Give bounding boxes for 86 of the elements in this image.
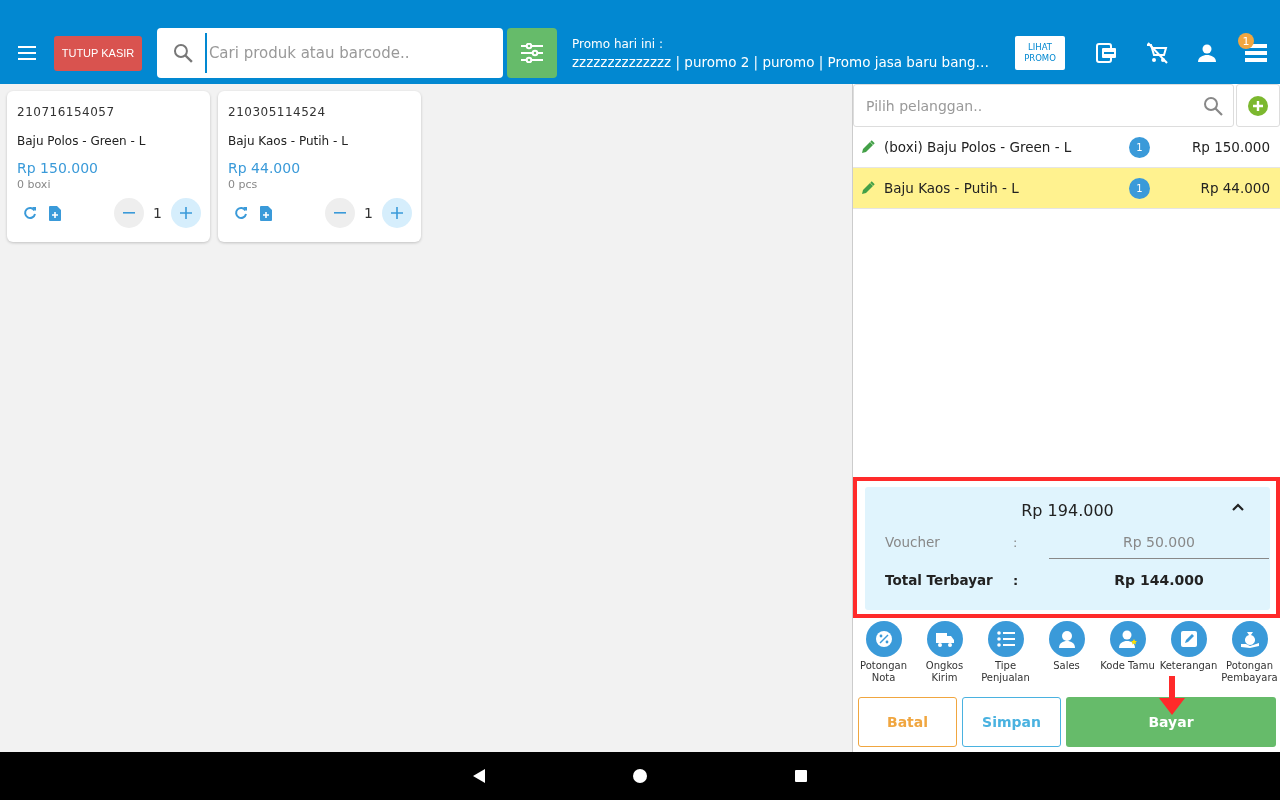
item-price: Rp 150.000: [1190, 139, 1270, 155]
person-star-icon: [1118, 630, 1137, 648]
action-button[interactable]: Potongan Pembayara: [1220, 621, 1279, 692]
subtotal-amount: Rp 194.000: [1021, 500, 1114, 520]
nav-button[interactable]: [793, 768, 809, 784]
quantity-badge: 1: [1129, 177, 1150, 199]
product-price: Rp 150.000: [17, 160, 99, 176]
add-customer-button[interactable]: [1236, 84, 1280, 127]
summary-value: Rp 144.000: [1113, 572, 1205, 588]
product-name: Baju Kaos - Putih - L: [228, 134, 349, 148]
search-icon: [173, 43, 193, 63]
refresh-icon: [234, 206, 248, 220]
sliders-icon: [521, 43, 543, 63]
plus-icon: [391, 207, 403, 219]
pencil-icon: [861, 181, 875, 195]
pencil-icon: [861, 140, 875, 154]
increase-button[interactable]: [382, 198, 412, 228]
product-code: 210716154057: [17, 105, 116, 119]
toolbar-button[interactable]: [1095, 41, 1119, 65]
action-button[interactable]: Tipe Penjualan: [976, 621, 1035, 692]
item-name: Baju Kaos - Putih - L: [884, 180, 1020, 196]
action-button[interactable]: Ongkos Kirim: [915, 621, 974, 692]
action-button[interactable]: Keterangan: [1159, 621, 1218, 692]
notification-badge: 1: [1238, 33, 1254, 49]
chevron-up-icon: [1232, 503, 1244, 511]
quantity-value: 1: [364, 205, 373, 221]
minus-icon: [123, 212, 136, 214]
search-icon: [1203, 95, 1223, 116]
plus-icon: [180, 207, 192, 219]
back-icon: [471, 768, 487, 784]
cart-item[interactable]: Baju Kaos - Putih - L 1 Rp 44.000: [853, 168, 1280, 209]
collapse-button[interactable]: [1232, 503, 1244, 511]
money-hand-icon: [1240, 630, 1259, 648]
summary-label: Total Terbayar: [885, 572, 994, 588]
minus-icon: [334, 212, 347, 214]
person-icon: [1057, 630, 1076, 648]
filter-button[interactable]: [507, 28, 557, 78]
promo-label: Promo hari ini :: [572, 36, 665, 51]
recents-icon: [793, 768, 809, 784]
truck-icon: [935, 630, 954, 648]
toolbar-button[interactable]: [1145, 41, 1169, 65]
separator-colon: :: [1013, 534, 1019, 550]
refresh-button[interactable]: [23, 206, 37, 220]
card-reader-icon: [1095, 41, 1119, 65]
product-code: 210305114524: [228, 105, 327, 119]
list-icon: [1245, 43, 1267, 63]
add-note-button[interactable]: [49, 205, 61, 221]
decrease-button[interactable]: [114, 198, 145, 228]
product-card[interactable]: 210716154057 Baju Polos - Green - L Rp 150.000 0 boxi 1: [7, 91, 210, 242]
cart-off-icon: [1145, 41, 1169, 65]
plus-circle-icon: [1248, 95, 1268, 116]
promo-text: zzzzzzzzzzzzzz | puromo 2 | puromo | Promo jasa baru bang…: [572, 53, 991, 70]
list-icon: [996, 630, 1015, 648]
action-button[interactable]: Sales: [1037, 621, 1096, 692]
quantity-value: 1: [153, 205, 162, 221]
percent-icon: [874, 630, 893, 648]
document-plus-icon: [260, 205, 272, 221]
product-name: Baju Polos - Green - L: [17, 134, 147, 148]
action-button[interactable]: Kode Tamu: [1098, 621, 1157, 692]
quantity-badge: 1: [1129, 136, 1150, 158]
document-plus-icon: [49, 205, 61, 221]
customer-field[interactable]: Pilih pelanggan..: [853, 84, 1234, 127]
item-name: (boxi) Baju Polos - Green - L: [884, 139, 1073, 155]
add-note-button[interactable]: [260, 205, 272, 221]
view-promo-button[interactable]: LIHAT PROMO: [1015, 36, 1065, 70]
product-card[interactable]: 210305114524 Baju Kaos - Putih - L Rp 44.000 0 pcs 1: [218, 91, 421, 242]
home-icon: [632, 768, 648, 784]
note-pencil-icon: [1179, 630, 1198, 648]
refresh-icon: [23, 206, 37, 220]
action-button[interactable]: Potongan Nota: [854, 621, 913, 692]
summary-label: Voucher: [885, 534, 941, 550]
menu-icon: [18, 46, 36, 60]
product-stock: 0 boxi: [17, 178, 52, 191]
product-stock: 0 pcs: [228, 178, 259, 191]
item-price: Rp 44.000: [1199, 180, 1270, 196]
decrease-button[interactable]: [325, 198, 356, 228]
separator-colon: :: [1013, 572, 1020, 588]
toolbar-button[interactable]: [1245, 43, 1267, 63]
product-price: Rp 44.000: [228, 160, 302, 176]
search-bar[interactable]: Cari produk atau barcode..: [157, 28, 503, 78]
summary-value: Rp 50.000: [1049, 533, 1269, 559]
refresh-button[interactable]: [234, 206, 248, 220]
close-register-button[interactable]: TUTUP KASIR: [54, 35, 142, 71]
nav-button[interactable]: [471, 768, 487, 784]
increase-button[interactable]: [171, 198, 201, 228]
nav-button[interactable]: [632, 768, 648, 784]
